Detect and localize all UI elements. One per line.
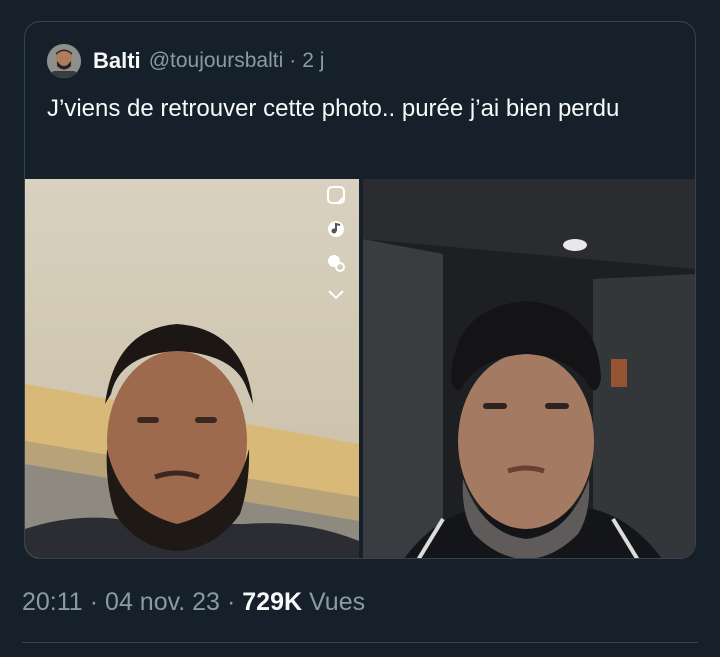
quoted-tweet-text: J’viens de retrouver cette photo.. purée… <box>47 95 620 122</box>
photo-before[interactable] <box>25 179 359 558</box>
avatar[interactable] <box>47 44 81 78</box>
separator-dot: · <box>226 588 236 616</box>
chevron-down-icon <box>326 287 346 301</box>
music-icon <box>326 219 346 239</box>
separator-dot: · <box>89 588 99 616</box>
snap-overlay-icons <box>325 185 347 301</box>
views-count[interactable]: 729K <box>242 588 302 617</box>
tweet-date[interactable]: 04 nov. 23 <box>105 588 220 617</box>
emoji-icon <box>326 253 346 273</box>
tweet-time[interactable]: 20:11 <box>22 588 83 617</box>
photo-after[interactable] <box>363 179 695 558</box>
views-label: Vues <box>309 588 366 616</box>
quoted-tweet-header: Balti @toujoursbalti · 2 j <box>47 44 324 78</box>
divider <box>22 642 698 643</box>
quoted-tweet-card[interactable]: Balti @toujoursbalti · 2 j J’viens de re… <box>24 21 696 559</box>
tweet-age[interactable]: 2 j <box>302 49 324 73</box>
tweet-meta: 20:11 · 04 nov. 23 · 729K Vues <box>22 588 365 617</box>
separator-dot: · <box>289 49 297 72</box>
media-grid <box>25 179 695 558</box>
sticker-icon <box>326 185 346 205</box>
author-handle[interactable]: @toujoursbalti <box>149 49 284 73</box>
author-name[interactable]: Balti <box>93 48 141 74</box>
